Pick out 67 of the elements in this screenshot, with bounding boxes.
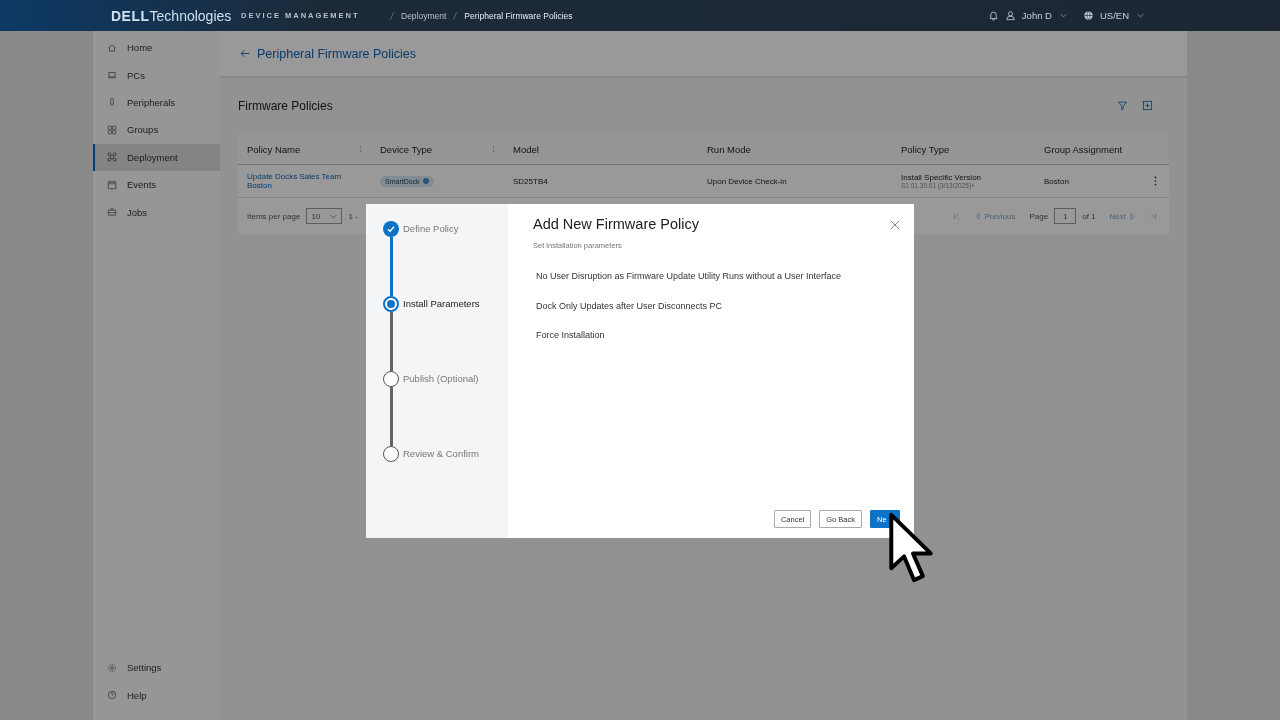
page-title[interactable]: Peripheral Firmware Policies bbox=[257, 46, 417, 61]
page-input[interactable]: 1 bbox=[1054, 208, 1077, 224]
user-menu[interactable]: John D bbox=[1021, 10, 1052, 21]
column-header[interactable]: Run Mode bbox=[698, 143, 892, 155]
range-text: 1 - bbox=[348, 211, 358, 221]
bell-icon[interactable] bbox=[987, 10, 999, 21]
breadcrumb-item: Peripheral Firmware Policies bbox=[464, 10, 573, 21]
column-header[interactable]: Model bbox=[504, 143, 698, 155]
policy-link[interactable]: Update Docks Sales Team Boston bbox=[247, 172, 357, 190]
grid-icon bbox=[107, 124, 117, 135]
sidebar-item[interactable]: Jobs bbox=[93, 198, 220, 226]
filter-icon[interactable] bbox=[1117, 100, 1128, 111]
triangle-right-icon bbox=[1129, 212, 1136, 220]
items-per-page-label: Items per page bbox=[247, 211, 301, 221]
logo[interactable]: DELLTechnologies bbox=[111, 7, 241, 24]
settings-icon bbox=[107, 662, 117, 673]
sidebar-item[interactable]: Peripherals bbox=[93, 88, 220, 117]
scan-icon bbox=[107, 152, 117, 163]
more-icon[interactable] bbox=[1153, 176, 1157, 186]
column-header[interactable]: Device Type bbox=[371, 143, 504, 155]
page-label: Page bbox=[1029, 211, 1049, 221]
dialog-title: Add New Firmware Policy bbox=[533, 216, 699, 232]
mouse-icon bbox=[107, 97, 117, 108]
globe-icon[interactable] bbox=[1082, 10, 1094, 21]
sidebar-item[interactable]: Help bbox=[93, 681, 220, 709]
option-label: No User Disruption as Firmware Update Utility Runs without a User Interface bbox=[536, 271, 843, 281]
step-label: Review & Confirm bbox=[403, 447, 480, 461]
chevron-down-icon[interactable] bbox=[1059, 13, 1067, 18]
page-count: of 1 bbox=[1082, 211, 1096, 221]
column-menu-icon[interactable] bbox=[492, 145, 495, 153]
briefcase-icon bbox=[107, 207, 117, 218]
option-label: Force Installation bbox=[536, 330, 606, 340]
column-header[interactable]: Policy Type bbox=[892, 143, 1035, 155]
breadcrumb-item[interactable]: Deployment bbox=[401, 10, 447, 21]
home-icon bbox=[107, 42, 117, 53]
column-menu-icon[interactable] bbox=[359, 145, 362, 153]
sidebar-item[interactable]: Groups bbox=[93, 116, 220, 144]
calendar-icon bbox=[107, 179, 117, 190]
close-icon[interactable] bbox=[890, 220, 900, 230]
column-header[interactable]: Policy Name bbox=[238, 143, 371, 155]
sidebar-item[interactable]: Home bbox=[93, 34, 220, 62]
step-label: Install Parameters bbox=[403, 297, 480, 311]
page-size-select[interactable]: 10 bbox=[306, 208, 343, 224]
sidebar-item[interactable]: PCs bbox=[93, 61, 220, 89]
locale-menu[interactable]: US/EN bbox=[1099, 10, 1129, 21]
triangle-left-icon bbox=[974, 212, 982, 220]
user-icon[interactable] bbox=[1004, 10, 1016, 21]
table-cell: Boston bbox=[1044, 176, 1069, 186]
chevron-down-icon bbox=[330, 213, 338, 219]
step-label: Publish (Optional) bbox=[403, 372, 479, 386]
step-label: Define Policy bbox=[403, 222, 459, 236]
sidebar-item[interactable]: Settings bbox=[93, 654, 220, 682]
chevron-down-icon[interactable] bbox=[1137, 13, 1144, 18]
section-title: Firmware Policies bbox=[238, 98, 333, 113]
sidebar-item[interactable]: Deployment bbox=[93, 143, 220, 171]
back-arrow-icon[interactable] bbox=[240, 49, 250, 58]
slash-icon bbox=[453, 11, 458, 20]
add-icon[interactable] bbox=[1142, 100, 1153, 111]
table-cell: SD25TB4 bbox=[513, 176, 548, 186]
table-cell: Install Specific Version bbox=[901, 173, 982, 182]
help-icon bbox=[107, 690, 117, 701]
column-header[interactable]: Group Assignment bbox=[1035, 143, 1132, 155]
sidebar-item[interactable]: Events bbox=[93, 170, 220, 199]
option-label: Dock Only Updates after User Disconnects PC bbox=[536, 300, 724, 311]
slash-icon bbox=[390, 11, 394, 20]
laptop-icon bbox=[107, 70, 117, 81]
table-cell: Upon Device Check-in bbox=[707, 176, 787, 186]
